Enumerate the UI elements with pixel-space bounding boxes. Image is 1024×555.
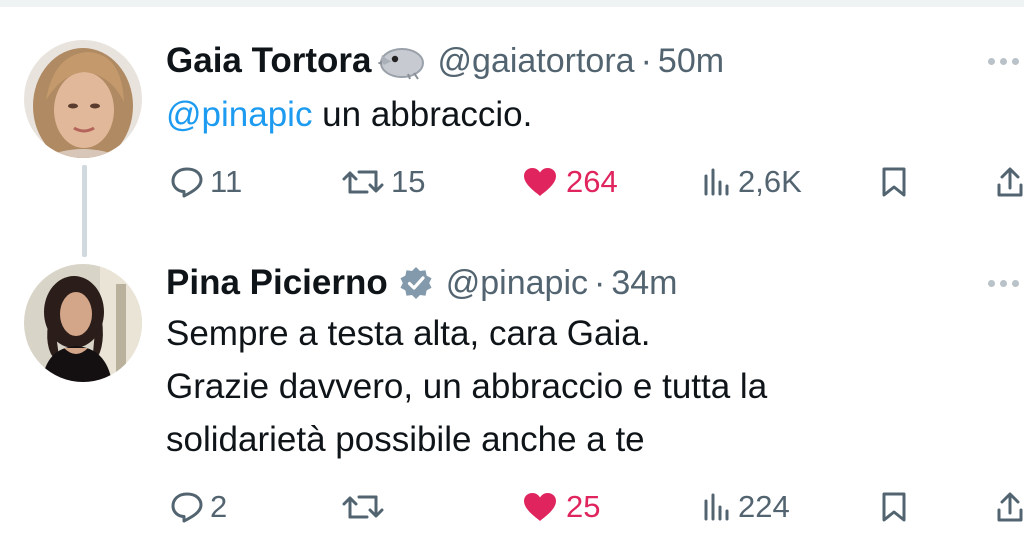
- retweet-icon: [342, 495, 384, 519]
- tweet-actions: 11 15 264 2,6K: [0, 162, 1024, 202]
- top-divider: [0, 0, 1024, 7]
- retweet-icon: [342, 170, 384, 194]
- reply-count: 2: [210, 489, 228, 524]
- tweet-text-body: un abbraccio.: [312, 95, 533, 134]
- views-count: 224: [738, 489, 790, 524]
- share-button[interactable]: [996, 487, 1024, 527]
- retweet-count: 15: [391, 164, 426, 199]
- separator: ·: [594, 263, 606, 302]
- more-icon[interactable]: [988, 51, 1024, 71]
- views-count: 2,6K: [738, 164, 802, 199]
- bookmark-icon: [882, 492, 906, 522]
- reply-icon: [171, 492, 203, 523]
- bookmark-button[interactable]: [880, 487, 908, 527]
- tweet-text-line: Sempre a testa alta, cara Gaia.: [166, 314, 651, 353]
- views-button[interactable]: 2,6K: [702, 162, 802, 202]
- heart-filled-icon: [524, 493, 556, 521]
- timestamp[interactable]: 34m: [611, 264, 677, 303]
- mention-link[interactable]: @pinapic: [166, 95, 312, 134]
- like-count: 264: [566, 164, 618, 199]
- share-button[interactable]: [996, 162, 1024, 202]
- like-button[interactable]: 25: [522, 487, 600, 527]
- separator: ·: [640, 41, 652, 80]
- retweet-button[interactable]: [341, 487, 391, 527]
- avatar[interactable]: [24, 40, 142, 158]
- bookmark-icon: [882, 167, 906, 197]
- display-name[interactable]: Pina Picierno: [166, 263, 388, 303]
- like-count: 25: [566, 489, 601, 524]
- bookmark-button[interactable]: [880, 162, 908, 202]
- reply-count: 11: [210, 164, 243, 199]
- handle[interactable]: @pinapic: [446, 264, 588, 303]
- tweet-text: @pinapic un abbraccio.: [166, 88, 532, 141]
- avatar-photo-icon: [24, 40, 142, 158]
- more-icon[interactable]: [988, 273, 1024, 293]
- heart-filled-icon: [524, 168, 556, 196]
- reply-button[interactable]: 2: [170, 487, 227, 527]
- tweet-text-line: Grazie davvero, un abbraccio e tutta la: [166, 367, 768, 406]
- tweet-text: Sempre a testa alta, cara Gaia. Grazie d…: [166, 307, 767, 466]
- verified-badge-icon: [398, 265, 434, 301]
- views-icon: [704, 493, 729, 521]
- reply-button[interactable]: 11: [170, 162, 242, 202]
- like-button[interactable]: 264: [522, 162, 618, 202]
- share-icon: [997, 167, 1023, 197]
- retweet-button[interactable]: 15: [341, 162, 425, 202]
- thread-connector-line: [82, 165, 87, 257]
- tweet-actions: 2 25 224: [0, 487, 1024, 527]
- display-name[interactable]: Gaia Tortora: [166, 41, 372, 81]
- handle[interactable]: @gaiatortora: [438, 42, 635, 81]
- bird-emoji-icon: [377, 41, 426, 81]
- avatar-photo-icon: [24, 264, 142, 382]
- tweet-header: Pina Picierno @pinapic · 34m: [166, 259, 677, 307]
- timestamp[interactable]: 50m: [658, 42, 724, 81]
- share-icon: [997, 492, 1023, 522]
- views-button[interactable]: 224: [702, 487, 790, 527]
- avatar[interactable]: [24, 264, 142, 382]
- views-icon: [704, 168, 729, 196]
- tweet-header: Gaia Tortora @gaiatortora · 50m: [166, 37, 724, 85]
- reply-icon: [171, 167, 203, 198]
- tweet-text-line: solidarietà possibile anche a te: [166, 420, 645, 459]
